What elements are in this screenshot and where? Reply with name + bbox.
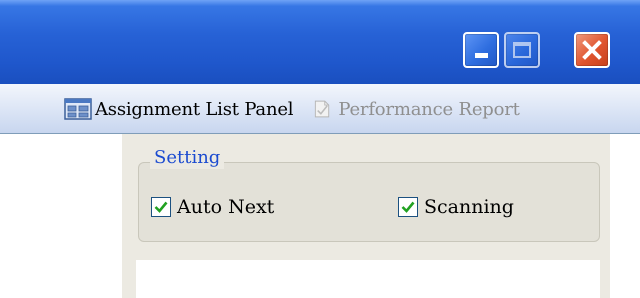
auto-next-checkbox[interactable]: Auto Next	[151, 196, 274, 218]
performance-report-button[interactable]: Performance Report	[309, 92, 523, 126]
grid-panel-icon	[64, 98, 92, 120]
checkbox-box[interactable]	[151, 197, 171, 217]
auto-next-label: Auto Next	[177, 196, 275, 218]
scanning-label: Scanning	[424, 196, 514, 218]
checkmark-icon	[401, 201, 415, 213]
checkmark-icon	[154, 201, 168, 213]
assignment-list-panel-label: Assignment List Panel	[95, 98, 294, 120]
setting-legend: Setting	[150, 147, 225, 169]
close-icon	[582, 40, 602, 60]
checkbox-box[interactable]	[398, 197, 418, 217]
maximize-button[interactable]	[504, 32, 540, 68]
minimize-icon	[475, 53, 488, 58]
window-titlebar[interactable]	[0, 0, 640, 84]
minimize-button[interactable]	[463, 32, 499, 68]
performance-report-label: Performance Report	[338, 98, 520, 120]
close-button[interactable]	[574, 32, 610, 68]
assignment-list-panel-button[interactable]: Assignment List Panel	[60, 92, 297, 126]
scanning-checkbox[interactable]: Scanning	[398, 196, 514, 218]
panel-content-area	[136, 260, 600, 298]
report-document-icon	[315, 100, 330, 118]
toolbar: Assignment List Panel Performance Report	[0, 84, 640, 134]
maximize-icon	[513, 42, 531, 58]
